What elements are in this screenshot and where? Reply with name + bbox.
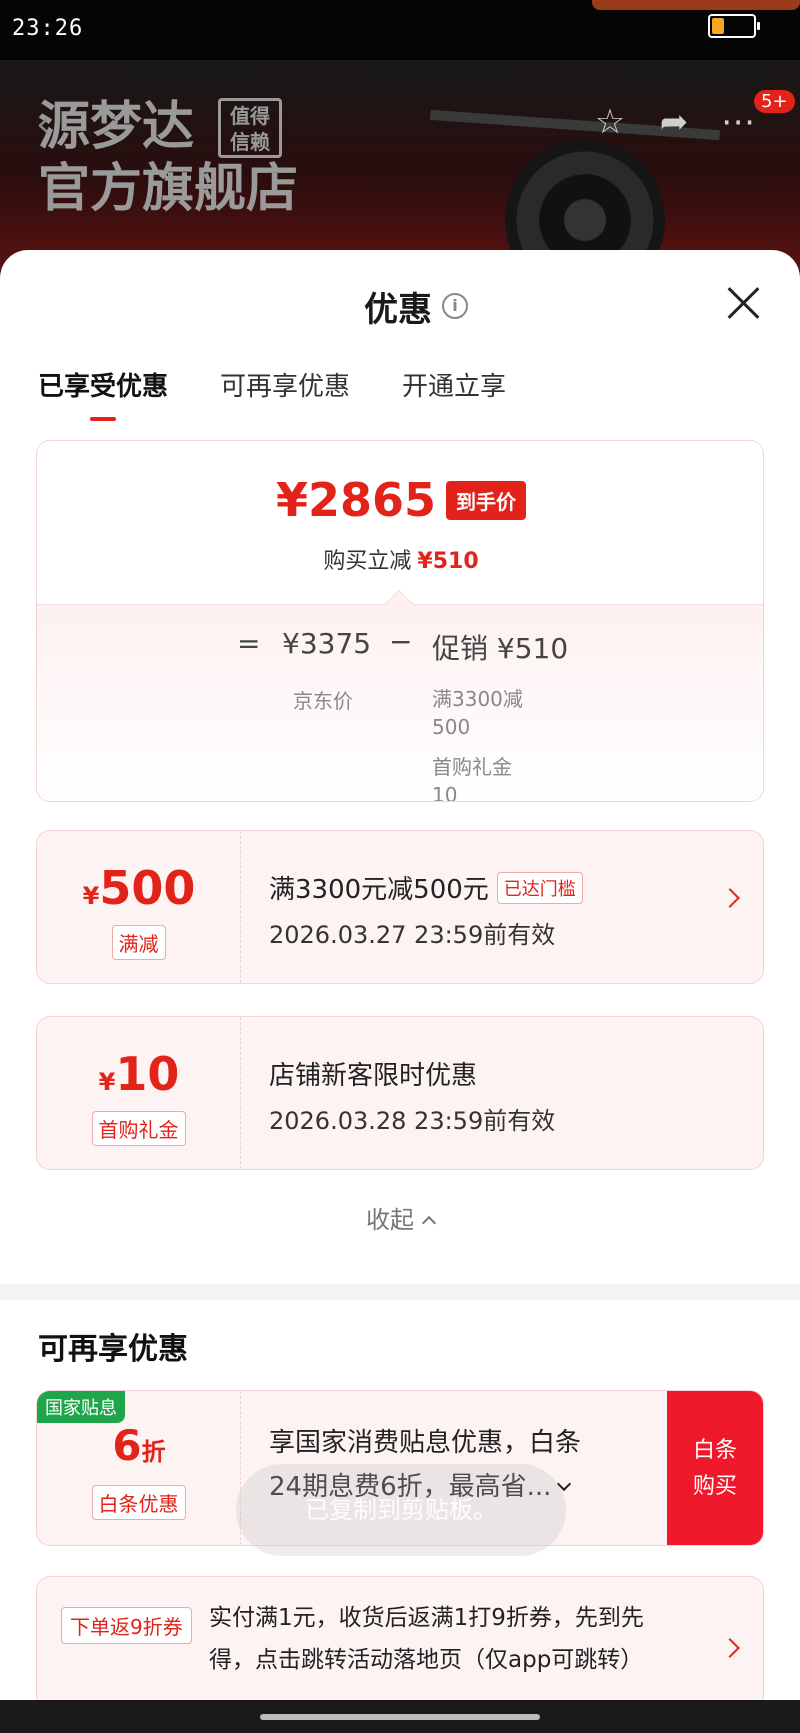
coupon-amount: ¥500 xyxy=(37,861,241,915)
discount-unit: 折 xyxy=(141,1438,166,1466)
battery-icon xyxy=(708,14,760,38)
return-coupon-tag: 下单返9折券 xyxy=(61,1607,192,1644)
tab-bar: 已享受优惠 可再享优惠 开通立享 xyxy=(38,366,506,421)
minus-sign: − xyxy=(389,625,413,658)
coupon-title-row: 满3300元减500元 已达门槛 xyxy=(269,869,583,906)
coupon-title: 满3300元减500元 xyxy=(269,875,489,905)
subsidy-type-tag: 白条优惠 xyxy=(91,1485,186,1520)
base-price: ¥3375 xyxy=(282,627,372,660)
chevron-right-icon[interactable] xyxy=(720,1638,740,1658)
section-divider xyxy=(0,1284,800,1300)
threshold-badge: 已达门槛 xyxy=(496,871,583,904)
gov-subsidy-label: 国家贴息 xyxy=(37,1391,125,1423)
summary-top: ¥2865 到手价 购买立减 ¥510 xyxy=(37,441,763,604)
return-coupon-card[interactable]: 下单返9折券 实付满1元，收货后返满1打9折券，先到先 得，点击跳转活动落地页（… xyxy=(36,1576,764,1700)
tab-activate[interactable]: 开通立享 xyxy=(402,366,506,421)
sheet-header: 优惠 i xyxy=(364,282,468,330)
chevron-up-icon xyxy=(421,1215,437,1231)
collapse-button[interactable]: 收起 xyxy=(0,1200,800,1235)
promo-line: 满3300减 xyxy=(432,687,523,711)
store-header-background: 源梦达 官方旗舰店 值得 信赖 ‹ ☆ ➦ ⋯ 5+ xyxy=(0,60,800,270)
final-price-tag: 到手价 xyxy=(446,480,527,520)
return-coupon-text: 实付满1元，收货后返满1打9折券，先到先 得，点击跳转活动落地页（仅app可跳转… xyxy=(209,1597,689,1681)
notification-badge: 5+ xyxy=(754,90,795,113)
status-time: 23:26 xyxy=(12,16,84,41)
tab-more-available[interactable]: 可再享优惠 xyxy=(220,366,350,421)
base-price-label: 京东价 xyxy=(293,689,353,713)
final-price: ¥2865 xyxy=(275,473,437,527)
coupon-amount-panel: ¥10 首购礼金 xyxy=(37,1017,241,1169)
info-icon[interactable]: i xyxy=(442,293,468,319)
subsidy-discount: 6折 xyxy=(37,1421,241,1470)
store-name-line2: 官方旗舰店 xyxy=(38,159,299,219)
yen-symbol: ¥ xyxy=(82,882,100,910)
discount-sheet: 优惠 i 已享受优惠 可再享优惠 开通立享 ¥2865 到手价 购买立减 ¥510… xyxy=(0,250,800,1700)
promo-line: 首购礼金10 xyxy=(432,755,512,802)
saving-row: 购买立减 ¥510 xyxy=(37,543,763,575)
section-title: 可再享优惠 xyxy=(38,1332,188,1367)
yen-symbol: ¥ xyxy=(98,1068,116,1096)
star-icon[interactable]: ☆ xyxy=(588,100,632,144)
coupon-validity: 2026.03.27 23:59前有效 xyxy=(269,921,556,949)
copied-toast: 已复制到剪贴板。 xyxy=(236,1464,566,1556)
coupon-type-tag: 满减 xyxy=(111,925,166,960)
saving-amount: ¥510 xyxy=(417,549,479,574)
promo-title: 促销 ¥510 xyxy=(432,632,569,665)
buy-button-line1: 白条 xyxy=(692,1438,737,1463)
home-indicator[interactable] xyxy=(260,1714,540,1720)
subsidy-discount-panel: 国家贴息 6折 白条优惠 xyxy=(37,1391,241,1545)
return-text-line1: 实付满1元，收货后返满1打9折券，先到先 xyxy=(209,1605,644,1631)
coupon-title: 店铺新客限时优惠 xyxy=(269,1061,478,1091)
coupon-amount: ¥10 xyxy=(37,1047,241,1101)
coupon-amount-value: 10 xyxy=(115,1047,180,1101)
promo-line: 500 xyxy=(432,715,471,739)
trust-badge-line2: 信赖 xyxy=(230,130,270,154)
coupon-title-row: 店铺新客限时优惠 xyxy=(269,1055,477,1092)
sheet-title: 优惠 xyxy=(364,289,432,330)
equals-sign: = xyxy=(237,627,261,660)
trust-badge-line1: 值得 xyxy=(230,104,270,128)
share-icon[interactable]: ➦ xyxy=(652,100,696,144)
price-breakdown: = ¥3375 京东价 − 促销 ¥510 满3300减 500 首购礼金10 xyxy=(37,589,763,802)
coupon-card[interactable]: ¥500 满减 满3300元减500元 已达门槛 2026.03.27 23:5… xyxy=(36,830,764,984)
close-icon[interactable] xyxy=(722,280,766,324)
baitiao-buy-button[interactable]: 白条 购买 xyxy=(667,1391,763,1545)
buy-button-line2: 购买 xyxy=(692,1474,737,1499)
subsidy-text-line1: 享国家消费贴息优惠，白条 xyxy=(269,1428,582,1458)
saving-label: 购买立减 xyxy=(323,549,412,574)
top-orange-strip xyxy=(592,0,800,10)
home-bar xyxy=(0,1700,800,1733)
collapse-label: 收起 xyxy=(366,1206,414,1234)
chevron-right-icon[interactable] xyxy=(720,888,740,908)
coupon-validity: 2026.03.28 23:59前有效 xyxy=(269,1107,556,1135)
coupon-card: ¥10 首购礼金 店铺新客限时优惠 2026.03.28 23:59前有效 xyxy=(36,1016,764,1170)
tab-enjoyed[interactable]: 已享受优惠 xyxy=(38,366,168,421)
coupon-amount-panel: ¥500 满减 xyxy=(37,831,241,983)
coupon-type-tag: 首购礼金 xyxy=(91,1111,186,1146)
trust-badge: 值得 信赖 xyxy=(218,98,282,158)
battery-fill xyxy=(712,18,724,34)
discount-value: 6 xyxy=(112,1421,142,1470)
status-bar: 23:26 xyxy=(0,0,800,60)
final-price-row: ¥2865 到手价 xyxy=(37,473,763,527)
coupon-amount-value: 500 xyxy=(99,861,196,915)
more-icon[interactable]: ⋯ xyxy=(716,100,760,144)
return-text-line2: 得，点击跳转活动落地页（仅app可跳转） xyxy=(209,1647,644,1673)
back-icon[interactable]: ‹ xyxy=(36,104,50,145)
price-summary-card: ¥2865 到手价 购买立减 ¥510 = ¥3375 京东价 − 促销 ¥510… xyxy=(36,440,764,802)
